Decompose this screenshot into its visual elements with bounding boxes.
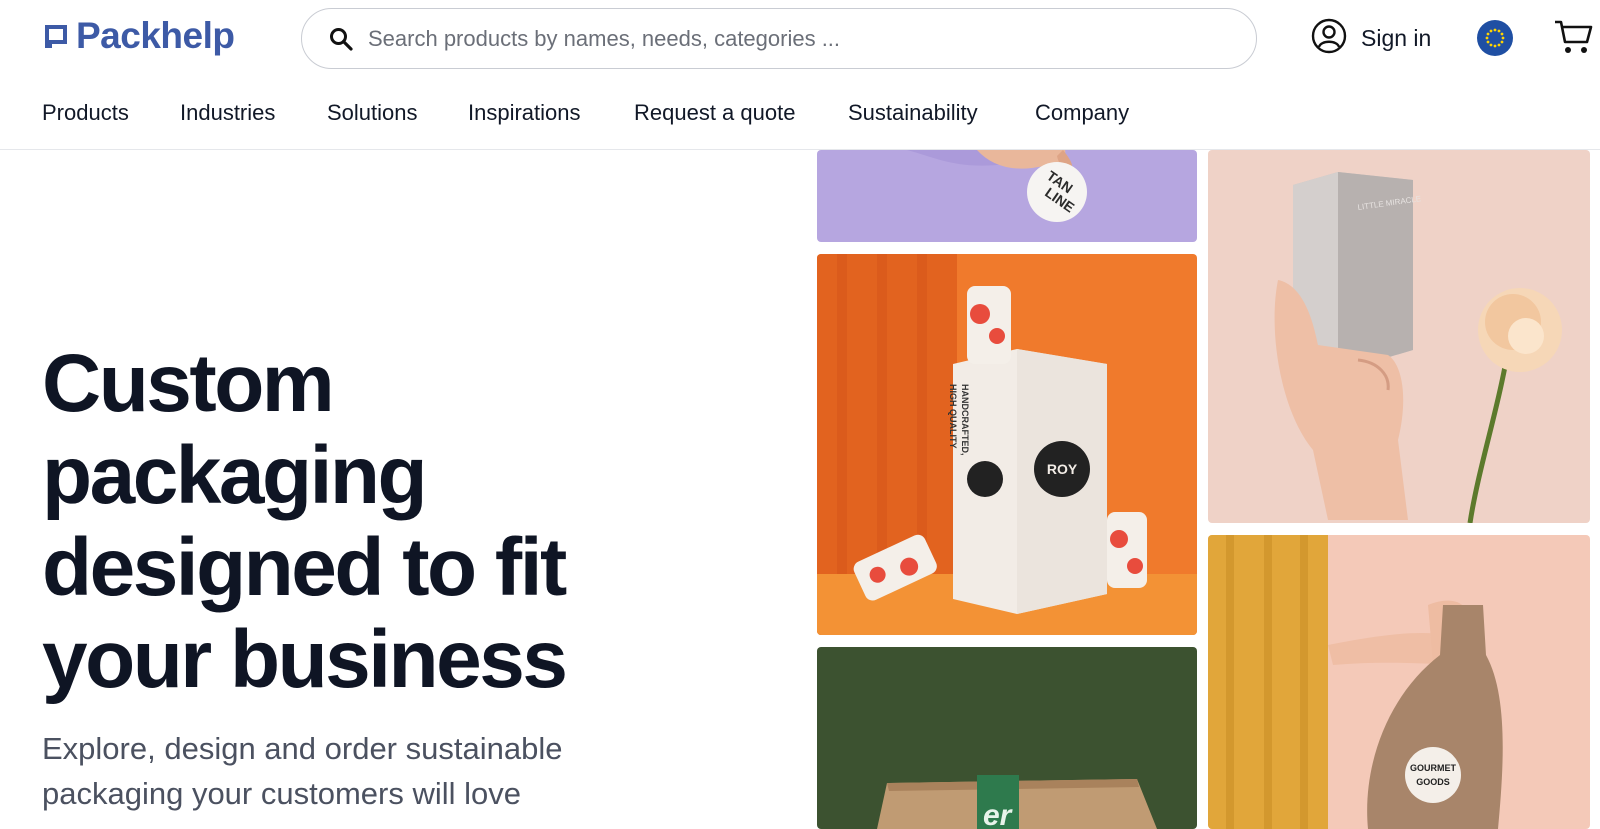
- gallery-image-gift-box: LITTLE MIRACLE: [1208, 150, 1590, 523]
- eu-flag-icon[interactable]: [1477, 20, 1513, 56]
- bottle-label-text: GOODS: [1416, 777, 1450, 787]
- hero-title-line: designed to fit: [42, 522, 567, 613]
- nav-item-solutions[interactable]: Solutions: [327, 100, 418, 126]
- nav-item-sustainability[interactable]: Sustainability: [848, 100, 978, 126]
- hero-subtitle-line: Explore, design and order sustainable: [42, 731, 563, 766]
- box-side-text: HANDCRAFTED,: [960, 384, 970, 456]
- packhelp-logo-icon: [42, 22, 70, 50]
- bottle-label-text: GOURMET: [1410, 763, 1457, 773]
- logo-link[interactable]: Packhelp: [42, 15, 235, 56]
- nav-item-company[interactable]: Company: [1035, 100, 1129, 126]
- search-icon[interactable]: [328, 26, 354, 52]
- main-navigation: Products Industries Solutions Inspiratio…: [0, 90, 1600, 150]
- gallery-image-bottle: GOURMET GOODS: [1208, 535, 1590, 829]
- box-brand-text: ROY: [1047, 461, 1078, 477]
- hero-subtitle: Explore, design and order sustainable pa…: [42, 726, 682, 816]
- nav-item-inspirations[interactable]: Inspirations: [468, 100, 581, 126]
- gallery-image-paper-bag: er: [817, 647, 1197, 829]
- nav-item-request-a-quote[interactable]: Request a quote: [634, 100, 795, 126]
- hero-title-line: packaging: [42, 430, 428, 521]
- gallery-image-kombucha: ROY HANDCRAFTED, HIGH QUALITY: [817, 254, 1197, 635]
- search-input[interactable]: [368, 25, 1248, 52]
- gallery-image-sticker: TAN LINE: [817, 150, 1197, 242]
- nav-item-products[interactable]: Products: [42, 100, 129, 126]
- hero-title: Custom packaging designed to fit your bu…: [42, 338, 742, 706]
- hero-subtitle-line: packaging your customers will love: [42, 776, 521, 811]
- bag-text: er: [983, 799, 1014, 829]
- nav-item-industries[interactable]: Industries: [180, 100, 275, 126]
- search-bar[interactable]: [301, 8, 1257, 69]
- hero-title-line: your business: [42, 614, 568, 705]
- logo-text: Packhelp: [76, 15, 235, 56]
- box-side-text: HIGH QUALITY: [948, 384, 958, 449]
- sign-in-button[interactable]: Sign in: [1311, 18, 1431, 59]
- cart-icon[interactable]: [1553, 18, 1593, 56]
- sign-in-label: Sign in: [1361, 25, 1432, 51]
- top-header: Packhelp Sign in: [0, 0, 1600, 76]
- hero-title-line: Custom: [42, 338, 335, 429]
- user-circle-icon: [1311, 18, 1347, 59]
